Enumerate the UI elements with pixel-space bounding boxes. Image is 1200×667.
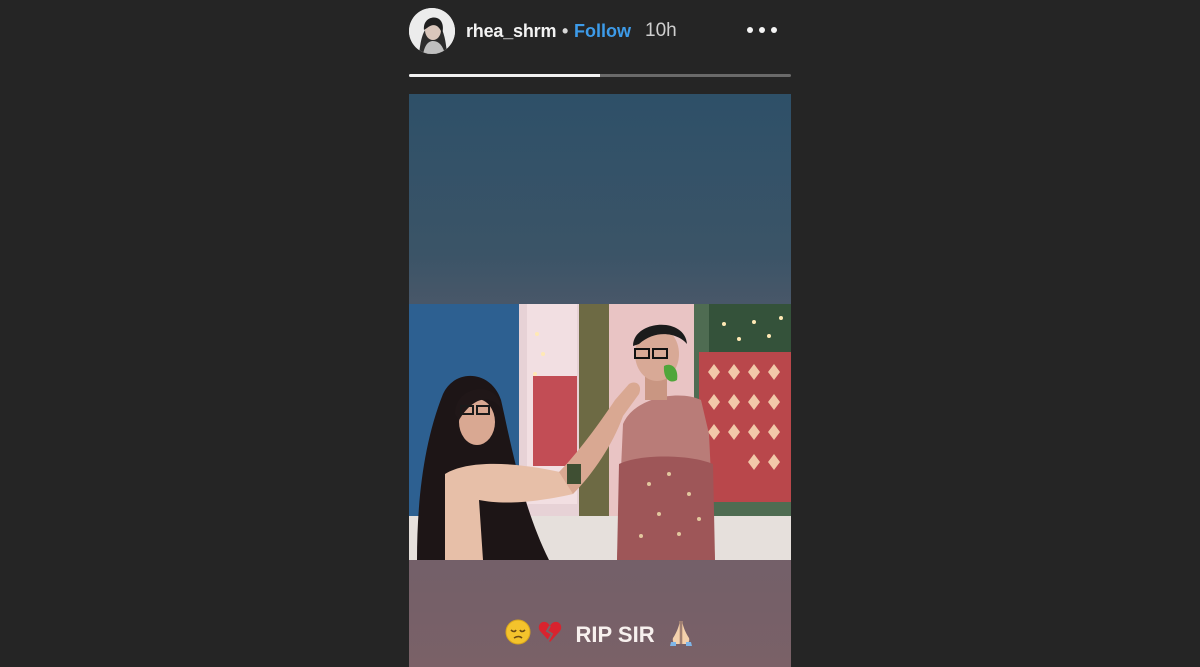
story-photo (409, 304, 791, 560)
photo-scene (409, 304, 791, 560)
username-link[interactable]: rhea_shrm (466, 21, 556, 42)
story-viewer: rhea_shrm • Follow 10h RIP SIR (0, 0, 1200, 667)
broken-heart-emoji (537, 619, 563, 651)
caption-text: RIP SIR (575, 622, 655, 647)
avatar-image (409, 8, 455, 54)
story-content[interactable]: RIP SIR (409, 94, 791, 667)
folded-hands-emoji (667, 618, 695, 652)
timestamp: 10h (645, 20, 677, 41)
more-horizontal-icon[interactable] (747, 26, 777, 36)
separator-dot: • (562, 21, 569, 41)
pensive-face-emoji (505, 619, 531, 651)
story-progress-fill (409, 74, 600, 77)
story-progress-bar (409, 74, 791, 77)
story-header: rhea_shrm • Follow 10h (409, 8, 791, 56)
story-caption: RIP SIR (409, 618, 791, 652)
follow-button[interactable]: Follow (574, 21, 631, 42)
avatar[interactable] (409, 8, 455, 54)
